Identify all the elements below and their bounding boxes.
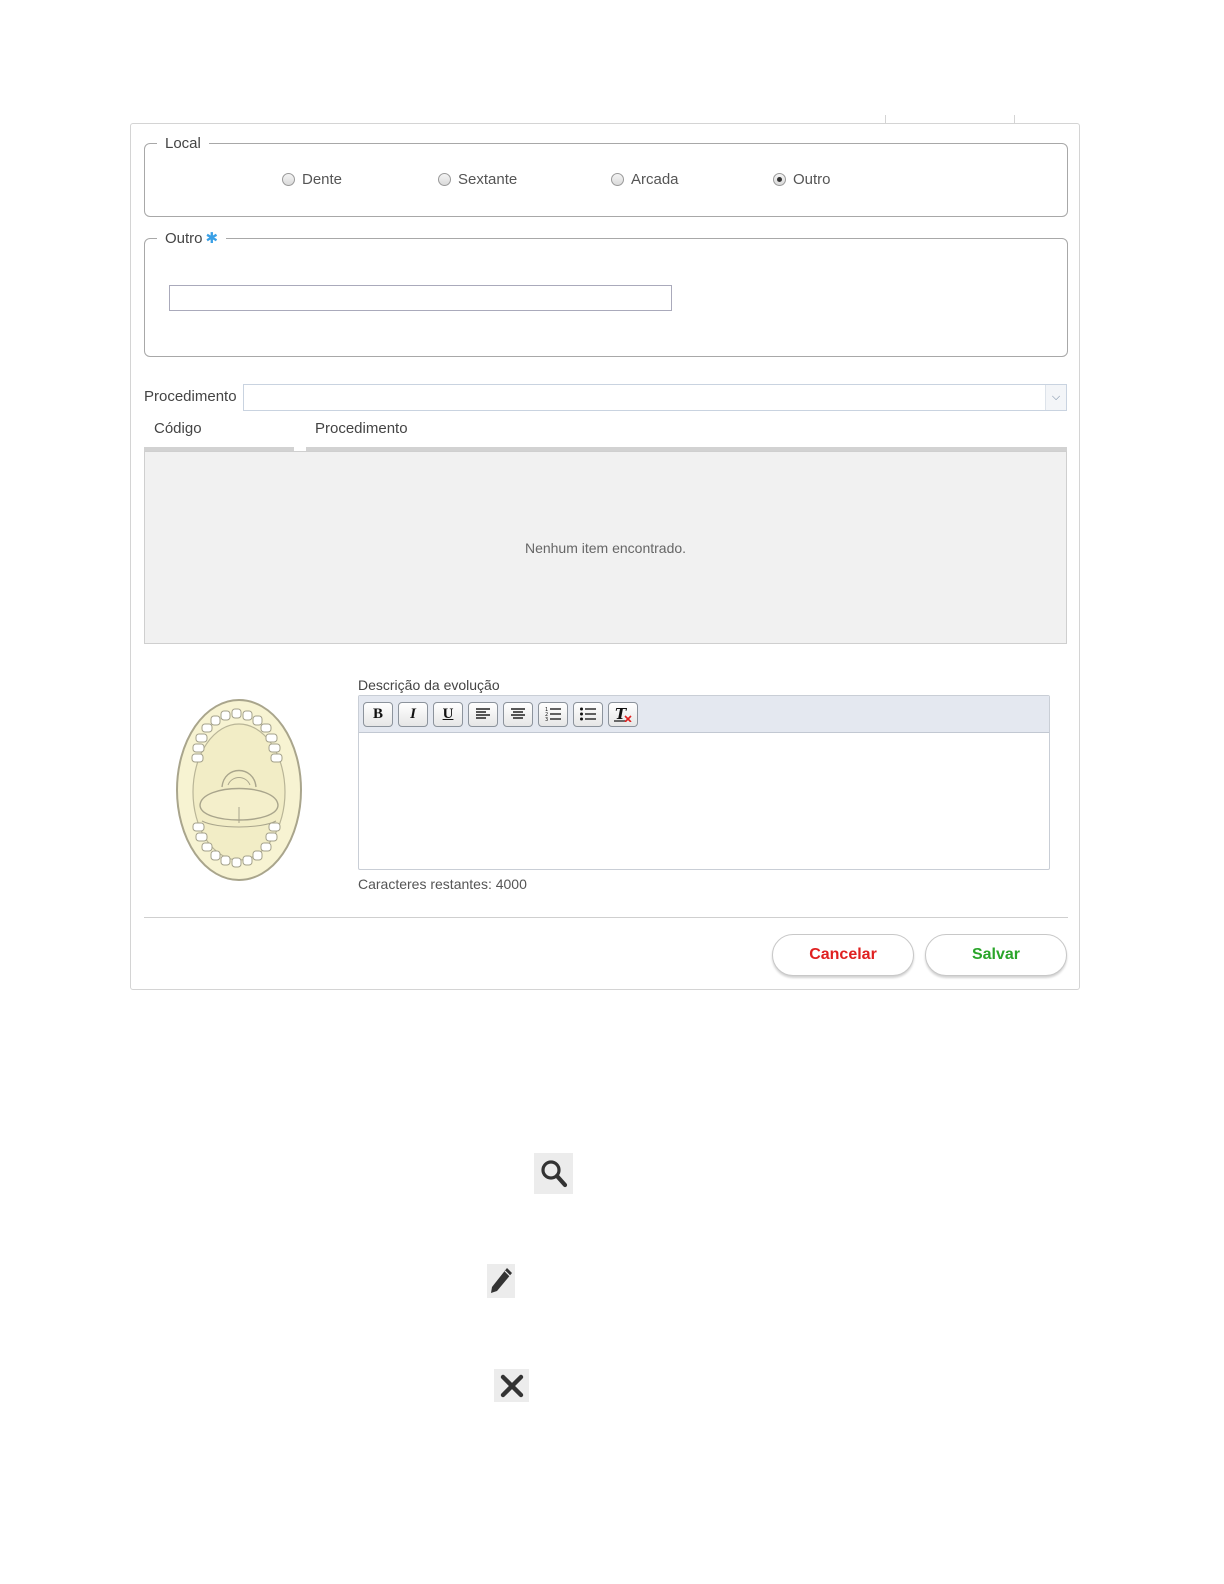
italic-button[interactable]: I xyxy=(398,701,428,727)
chevron-down-icon[interactable]: ⌵ xyxy=(1045,385,1066,410)
radio-sextante-circle[interactable] xyxy=(438,173,451,186)
search-icon-glyph xyxy=(540,1159,567,1187)
outro-input[interactable] xyxy=(169,285,672,311)
align-center-button[interactable] xyxy=(503,701,533,727)
italic-icon: I xyxy=(410,705,416,722)
cancel-button[interactable]: Cancelar xyxy=(772,934,914,976)
ordered-list-icon: 123 xyxy=(545,707,561,721)
radio-sextante[interactable]: Sextante xyxy=(438,171,517,188)
pencil-icon-glyph xyxy=(491,1268,512,1293)
rich-text-editor: B I U 123 T xyxy=(358,695,1050,870)
unordered-list-icon xyxy=(580,707,596,721)
radio-outro-label: Outro xyxy=(793,171,831,188)
radio-sextante-label: Sextante xyxy=(458,171,518,188)
remove-format-icon: T xyxy=(614,706,632,722)
pencil-icon[interactable] xyxy=(487,1264,515,1298)
descricao-label: Descrição da evolução xyxy=(358,677,500,693)
procedures-grid-body: Nenhum item encontrado. xyxy=(144,451,1067,644)
align-center-icon xyxy=(511,708,525,719)
remove-format-button[interactable]: T xyxy=(608,701,638,727)
outro-legend: Outro ✱ xyxy=(157,229,226,247)
column-header-codigo[interactable]: Código xyxy=(154,420,202,437)
svg-text:T: T xyxy=(615,706,628,722)
procedimento-select[interactable]: ⌵ xyxy=(243,384,1067,411)
radio-arcada[interactable]: Arcada xyxy=(611,171,679,188)
grid-empty-message: Nenhum item encontrado. xyxy=(524,539,687,556)
required-asterisk-icon: ✱ xyxy=(205,230,219,247)
save-button[interactable]: Salvar xyxy=(925,934,1067,976)
outro-legend-text: Outro xyxy=(165,230,203,247)
close-icon-glyph xyxy=(500,1374,523,1397)
editor-toolbar: B I U 123 T xyxy=(359,696,1049,733)
search-icon[interactable] xyxy=(534,1153,573,1194)
radio-arcada-label: Arcada xyxy=(631,171,679,188)
local-legend: Local xyxy=(165,135,201,152)
mouth-diagram-icon[interactable] xyxy=(172,695,307,885)
underline-icon: U xyxy=(442,705,454,722)
chars-remaining: Caracteres restantes: 4000 xyxy=(358,876,527,892)
unordered-list-button[interactable] xyxy=(573,701,603,727)
align-left-button[interactable] xyxy=(468,701,498,727)
column-header-procedimento[interactable]: Procedimento xyxy=(315,420,408,437)
close-icon[interactable] xyxy=(494,1369,529,1402)
ordered-list-button[interactable]: 123 xyxy=(538,701,568,727)
align-left-icon xyxy=(476,708,490,719)
radio-outro-circle[interactable] xyxy=(773,173,786,186)
radio-dente-circle[interactable] xyxy=(282,173,295,186)
radio-arcada-circle[interactable] xyxy=(611,173,624,186)
radio-dente-label: Dente xyxy=(302,171,343,188)
underline-button[interactable]: U xyxy=(433,701,463,727)
form-divider xyxy=(144,917,1068,918)
bold-icon: B xyxy=(372,705,383,722)
radio-outro[interactable]: Outro xyxy=(773,171,831,188)
bold-button[interactable]: B xyxy=(363,701,393,727)
descricao-textarea[interactable] xyxy=(359,733,1049,870)
svg-text:3: 3 xyxy=(545,717,548,721)
procedimento-label: Procedimento xyxy=(144,388,237,405)
radio-dente[interactable]: Dente xyxy=(282,171,342,188)
